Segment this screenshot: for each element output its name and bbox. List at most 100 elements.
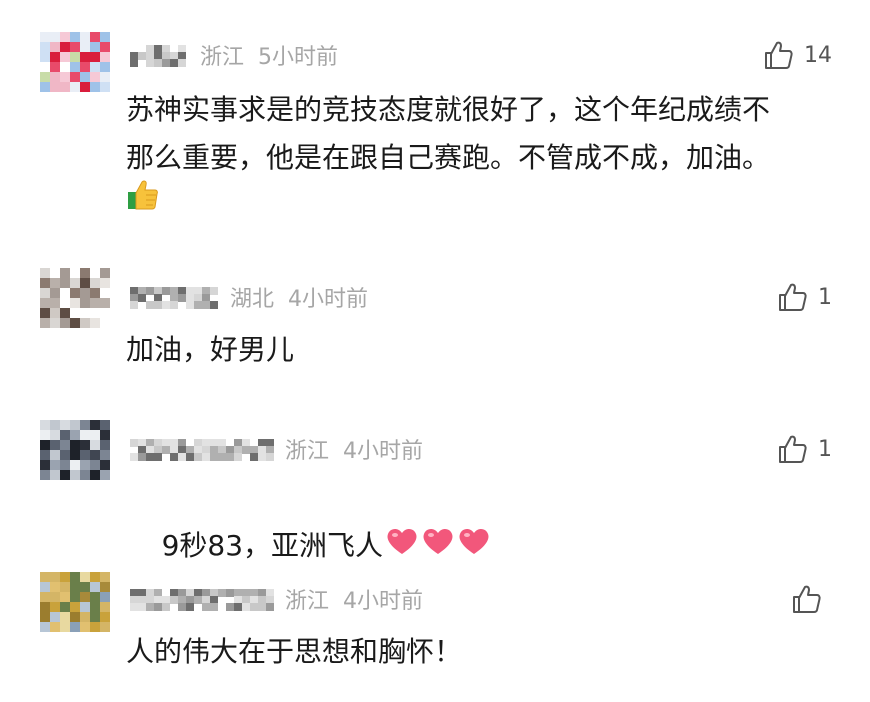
username-pixel: [210, 453, 218, 461]
avatar-pixel: [50, 52, 60, 62]
username-pixel: [138, 453, 146, 461]
thumbs-up-icon: [776, 281, 808, 313]
username-pixelated[interactable]: [130, 286, 220, 309]
avatar-pixel: [40, 308, 50, 318]
username-pixel: [226, 453, 234, 461]
avatar-pixel: [70, 440, 80, 450]
timestamp: 5小时前: [258, 45, 339, 70]
avatar-pixel: [50, 42, 60, 52]
avatar-pixel: [60, 612, 70, 622]
like-button[interactable]: 1: [776, 434, 832, 464]
avatar-pixel: [100, 450, 110, 460]
avatar-pixel: [80, 440, 90, 450]
username-pixel: [170, 453, 178, 461]
username-pixel: [162, 301, 170, 309]
avatar-pixel: [40, 318, 50, 328]
avatar-pixel: [70, 318, 80, 328]
avatar-pixel: [60, 268, 70, 278]
avatar-pixel: [90, 318, 100, 328]
avatar-pixel: [100, 470, 110, 480]
avatar[interactable]: [40, 572, 110, 632]
username-pixelated[interactable]: [130, 588, 275, 611]
comment-item: 湖北 4小时前 1 加油，好男儿: [0, 268, 870, 378]
avatar-pixel: [100, 82, 110, 92]
avatar-pixel: [80, 288, 90, 298]
username-pixel: [162, 59, 170, 67]
avatar-pixel: [90, 622, 100, 632]
avatar-pixel: [40, 72, 50, 82]
avatar-pixel: [80, 582, 90, 592]
like-count: 14: [804, 42, 832, 68]
username-pixel: [186, 453, 194, 461]
username-pixel: [154, 453, 162, 461]
avatar-pixel: [90, 42, 100, 52]
comment-item: 浙江 4小时前 人的伟大在于思想和胸怀！: [0, 572, 870, 682]
avatar-pixel: [40, 52, 50, 62]
username-pixel: [218, 453, 226, 461]
avatar-pixel: [40, 440, 50, 450]
username-pixel: [242, 446, 250, 454]
username-pixel: [162, 603, 170, 611]
heart-emoji: [421, 523, 455, 571]
username-pixel: [162, 287, 170, 295]
avatar-pixel: [90, 450, 100, 460]
avatar-pixel: [50, 62, 60, 72]
like-button[interactable]: 14: [762, 40, 832, 70]
avatar-pixel: [40, 460, 50, 470]
avatar-pixel: [50, 298, 60, 308]
like-button[interactable]: 1: [776, 282, 832, 312]
avatar-pixel: [100, 288, 110, 298]
username-pixel: [194, 596, 202, 604]
comment-text: 苏神实事求是的竞技态度就很好了，这个年纪成绩不 那么重要，他是在跟自己赛跑。不管…: [126, 93, 771, 174]
avatar-pixel: [70, 470, 80, 480]
avatar-pixel: [90, 298, 100, 308]
avatar-pixel: [70, 612, 80, 622]
avatar-pixel: [40, 592, 50, 602]
avatar-pixel: [60, 622, 70, 632]
avatar-pixel: [90, 308, 100, 318]
comment-meta: 浙江 4小时前: [130, 584, 423, 614]
avatar-pixel: [40, 278, 50, 288]
username-pixel: [226, 603, 234, 611]
username-pixel: [250, 603, 258, 611]
avatar-pixel: [80, 450, 90, 460]
avatar-pixel: [90, 592, 100, 602]
avatar-pixel: [40, 572, 50, 582]
avatar-pixel: [50, 278, 60, 288]
avatar-pixel: [40, 450, 50, 460]
avatar-pixel: [60, 62, 70, 72]
avatar[interactable]: [40, 32, 110, 92]
avatar-pixel: [60, 278, 70, 288]
avatar-pixel: [70, 52, 80, 62]
like-button[interactable]: [790, 584, 832, 614]
username-pixel: [210, 287, 218, 295]
avatar-pixel: [40, 430, 50, 440]
avatar-pixel: [100, 592, 110, 602]
avatar-pixel: [100, 298, 110, 308]
username-pixel: [226, 589, 234, 597]
avatar[interactable]: [40, 420, 110, 480]
avatar-pixel: [90, 420, 100, 430]
avatar-pixel: [70, 308, 80, 318]
avatar-pixel: [80, 62, 90, 72]
username-pixelated[interactable]: [130, 44, 190, 67]
avatar[interactable]: [40, 268, 110, 328]
avatar-pixel: [40, 298, 50, 308]
avatar-pixel: [80, 298, 90, 308]
avatar-pixel: [100, 72, 110, 82]
avatar-pixel: [100, 582, 110, 592]
username-pixel: [170, 301, 178, 309]
avatar-pixel: [90, 288, 100, 298]
avatar-pixel: [100, 32, 110, 42]
username-pixelated[interactable]: [130, 438, 275, 461]
avatar-pixel: [40, 268, 50, 278]
comment-text: 人的伟大在于思想和胸怀！: [126, 635, 463, 668]
avatar-pixel: [40, 622, 50, 632]
avatar-pixel: [60, 32, 70, 42]
username-pixel: [146, 453, 154, 461]
avatar-pixel: [70, 450, 80, 460]
avatar-pixel: [90, 612, 100, 622]
avatar-pixel: [50, 308, 60, 318]
username-pixel: [210, 603, 218, 611]
avatar-pixel: [60, 420, 70, 430]
